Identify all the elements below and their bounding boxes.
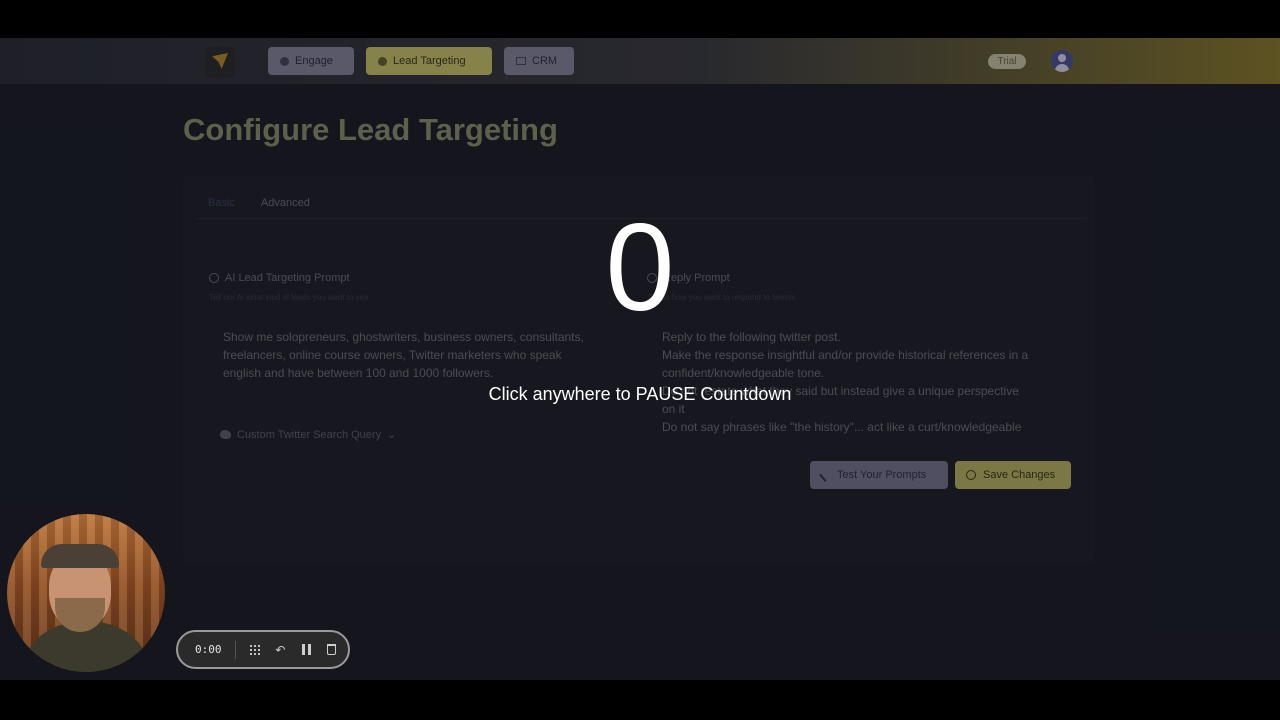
recording-timer: 0:00 (195, 643, 222, 656)
screen-recording-stage: Engage Lead Targeting CRM Trial Configur… (0, 38, 1280, 680)
undo-icon[interactable]: ↶ (274, 643, 287, 657)
webcam-bubble[interactable] (7, 514, 165, 672)
countdown-hint: Click anywhere to PAUSE Countdown (488, 384, 792, 404)
countdown-number: 0 (605, 199, 675, 337)
trash-icon[interactable] (325, 643, 338, 656)
countdown-overlay[interactable]: 0 Click anywhere to PAUSE Countdown (0, 38, 1280, 680)
recording-control-bar: 0:00 ↶ (176, 630, 350, 669)
grid-icon[interactable] (248, 643, 261, 656)
webcam-person-hat (41, 544, 119, 568)
control-divider (234, 640, 236, 659)
pause-icon[interactable] (300, 643, 313, 656)
